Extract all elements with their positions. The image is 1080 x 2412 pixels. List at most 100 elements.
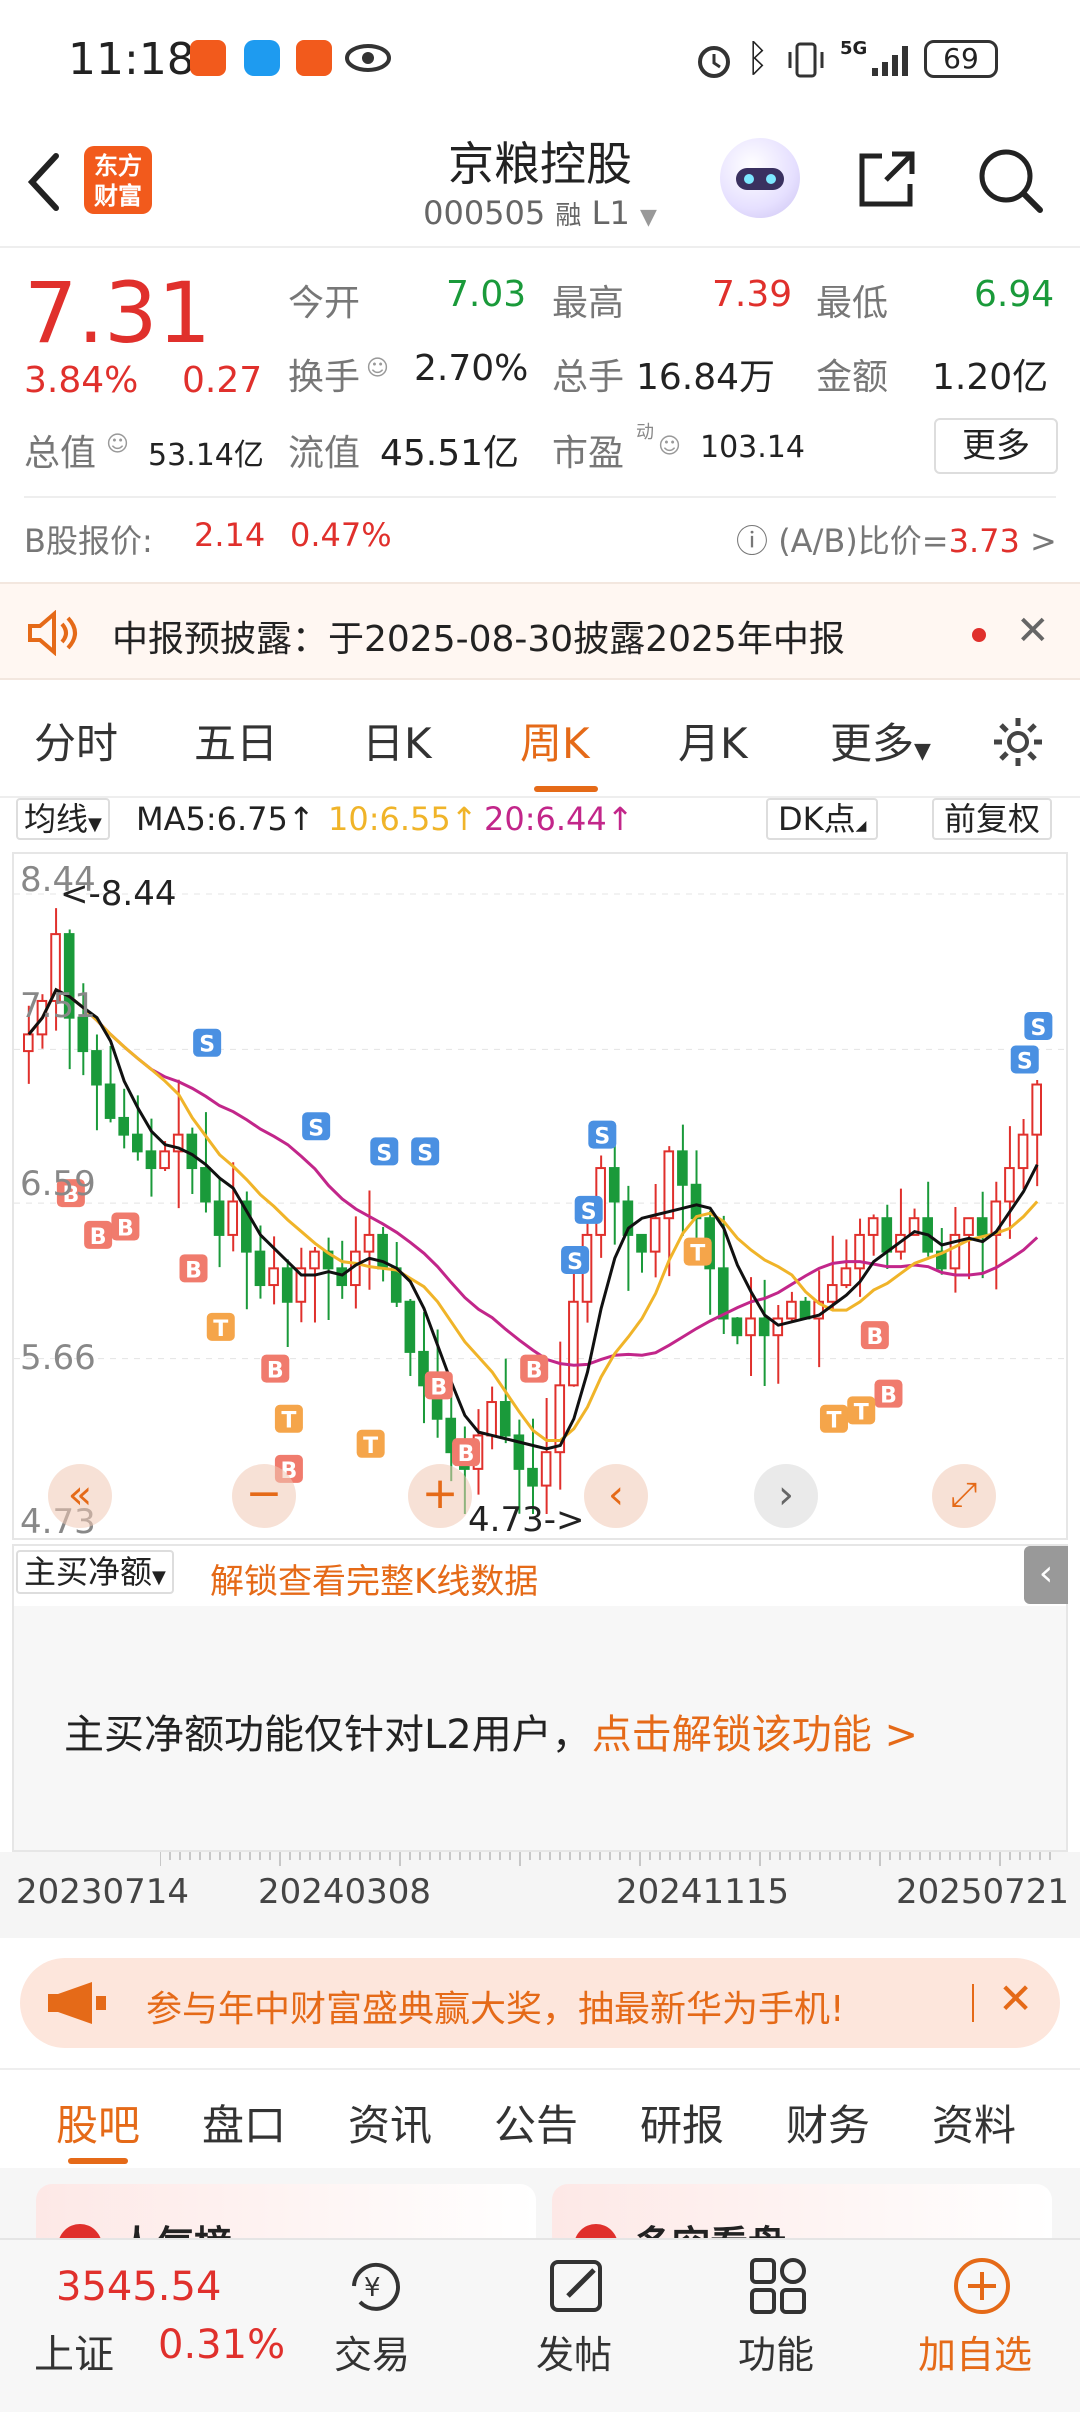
panel-collapse-button[interactable]: ‹ xyxy=(1024,1546,1068,1604)
subchart-panel: 主买净额▼ 解锁查看完整K线数据 ‹ 主买净额功能仅针对L2用户，点击解锁该功能… xyxy=(12,1544,1068,1852)
tab-daily-k[interactable]: 日K xyxy=(362,710,432,771)
candle-body xyxy=(91,1050,102,1086)
amount-value: 1.20亿 xyxy=(932,357,1049,398)
info-icon[interactable]: ☺ xyxy=(106,432,129,457)
candle-body xyxy=(145,1150,157,1170)
more-button[interactable]: 更多 xyxy=(934,418,1058,474)
status-bar: 11:18 ᛒ 5G 69 xyxy=(0,0,1080,120)
pe-label: 市盈 xyxy=(552,433,625,474)
tab-profile[interactable]: 资料 xyxy=(932,2092,1016,2153)
indicator-select[interactable]: 主买净额▼ xyxy=(16,1550,174,1594)
section-tabs: 股吧 盘口 资讯 公告 研报 财务 资料 xyxy=(0,2068,1080,2168)
function-label[interactable]: 功能 xyxy=(738,2324,814,2379)
marker-b-label: B xyxy=(458,1442,475,1467)
tab-order-book[interactable]: 盘口 xyxy=(202,2092,286,2153)
marker-s-label: S xyxy=(417,1141,433,1166)
marker-b-label: B xyxy=(880,1384,897,1409)
trade-label[interactable]: 交易 xyxy=(334,2324,410,2379)
promo-banner[interactable]: 参与年中财富盛典赢大奖，抽最新华为手机! ✕ xyxy=(20,1958,1060,2048)
pe-sup: 动 xyxy=(636,422,654,443)
scroll-left-fast-button[interactable]: « xyxy=(48,1464,112,1528)
close-icon[interactable]: ✕ xyxy=(998,1974,1033,2023)
adjust-button[interactable]: 前复权 xyxy=(932,798,1053,840)
marker-s-label: S xyxy=(594,1125,610,1150)
candle-body xyxy=(1004,1167,1015,1203)
ai-assistant-icon[interactable] xyxy=(720,138,800,218)
notification-app-icon xyxy=(296,40,332,76)
turnover-label: 换手 xyxy=(288,357,361,398)
function-grid-icon[interactable] xyxy=(748,2256,808,2316)
zoom-out-button[interactable]: − xyxy=(232,1464,296,1528)
l2-message-text: 主买净额功能仅针对L2用户， xyxy=(64,1712,592,1758)
tab-intraday[interactable]: 分时 xyxy=(34,710,118,771)
notice-bar[interactable]: 中报预披露：于2025-08-30披露2025年中报 ✕ xyxy=(0,582,1080,680)
ma20-line xyxy=(27,987,1039,1367)
scroll-right-button[interactable]: › xyxy=(754,1464,818,1528)
ab-ratio[interactable]: ⓘ (A/B)比价=3.73 > xyxy=(736,516,1057,562)
tab-5day[interactable]: 五日 xyxy=(194,710,278,771)
megaphone-icon xyxy=(48,1982,106,2024)
marker-t-label: T xyxy=(213,1317,228,1342)
dk-point-button[interactable]: DK点◢ xyxy=(766,798,879,840)
candle-body xyxy=(636,1233,647,1253)
tab-weekly-k[interactable]: 周K xyxy=(520,710,590,771)
active-tab-indicator xyxy=(68,2158,128,2164)
long-short-card[interactable]: 多空看盘 xyxy=(552,2184,1052,2238)
unlock-function-link[interactable]: 点击解锁该功能 > xyxy=(592,1712,918,1758)
scroll-left-button[interactable]: ‹ xyxy=(584,1464,648,1528)
battery-indicator: 69 xyxy=(924,40,998,78)
tab-news[interactable]: 资讯 xyxy=(348,2092,432,2153)
marker-s-label: S xyxy=(1017,1049,1033,1074)
tab-finance[interactable]: 财务 xyxy=(786,2092,870,2153)
settings-gear-icon[interactable] xyxy=(990,714,1046,770)
share-icon[interactable] xyxy=(852,146,920,214)
index-name[interactable]: 上证 xyxy=(34,2322,114,2380)
popularity-card[interactable]: 人气榜 xyxy=(36,2184,536,2238)
tab-forum[interactable]: 股吧 xyxy=(56,2092,140,2153)
turnover-value: 2.70% xyxy=(414,348,529,389)
indicator-select-label: 主买净额 xyxy=(24,1553,153,1591)
x-tick: 20240308 xyxy=(258,1872,432,1912)
post-edit-icon[interactable] xyxy=(546,2256,610,2316)
tab-monthly-k[interactable]: 月K xyxy=(678,710,748,771)
tab-research[interactable]: 研报 xyxy=(640,2092,724,2153)
time-axis[interactable]: 20230714 20240308 20241115 20250721 xyxy=(0,1852,1080,1938)
candle-body xyxy=(1017,1133,1029,1170)
post-label[interactable]: 发帖 xyxy=(536,2324,612,2379)
index-value[interactable]: 3545.54 xyxy=(56,2264,221,2310)
index-pct[interactable]: 0.31% xyxy=(158,2322,285,2368)
margin-tag: 融 xyxy=(555,201,582,231)
low-label: 最低 xyxy=(816,283,889,324)
kline-chart[interactable]: BBBBBBBBBBBTTTTTTSSSSSSSSS 8.44 7.51 6.5… xyxy=(12,852,1068,1542)
candle-body xyxy=(336,1267,348,1287)
info-icon[interactable]: ☺ xyxy=(366,356,389,381)
candle-body xyxy=(690,1183,702,1220)
info-icon[interactable]: ☺ xyxy=(658,434,681,459)
kline-canvas[interactable]: BB BBBBBBBBBTTTTT TSSS SSSSSS xyxy=(14,854,1066,1538)
tab-announcements[interactable]: 公告 xyxy=(494,2092,578,2153)
unread-dot xyxy=(972,628,986,642)
unlock-kline-link[interactable]: 解锁查看完整K线数据 xyxy=(210,1554,538,1603)
close-icon[interactable]: ✕ xyxy=(1016,608,1050,654)
dropdown-icon: ▼ xyxy=(152,1567,166,1588)
marker-s-label: S xyxy=(376,1141,392,1166)
float-label: 流值 xyxy=(288,433,361,474)
marker-t-label: T xyxy=(854,1400,869,1425)
marker-b-label: B xyxy=(117,1217,134,1242)
y-tick: 6.59 xyxy=(20,1164,96,1204)
bottom-nav: 3545.54 上证 0.31% ¥ 交易 发帖 功能 加自选 xyxy=(0,2238,1080,2412)
candle-body xyxy=(568,1300,579,1387)
ma20-value: 20:6.44↑ xyxy=(484,800,634,838)
search-icon[interactable] xyxy=(974,144,1046,216)
add-watchlist-label[interactable]: 加自选 xyxy=(918,2324,1032,2379)
add-watchlist-icon[interactable] xyxy=(950,2254,1014,2318)
ma-select[interactable]: 均线▼ xyxy=(16,798,110,840)
candle-body xyxy=(363,1233,375,1253)
open-value: 7.03 xyxy=(446,274,527,315)
trade-icon[interactable]: ¥ xyxy=(340,2256,410,2316)
tab-more[interactable]: 更多▼ xyxy=(830,710,931,771)
zoom-in-button[interactable]: + xyxy=(408,1464,472,1528)
fullscreen-icon[interactable]: ⤢ xyxy=(932,1464,996,1528)
ab-ratio-value: 3.73 xyxy=(948,522,1020,560)
candle-body xyxy=(867,1217,879,1236)
